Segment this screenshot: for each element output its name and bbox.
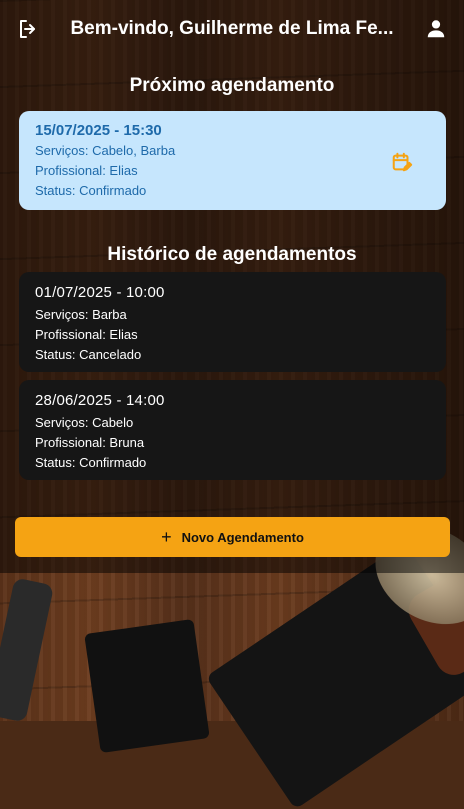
appointment-professional: Profissional: Bruna [35,435,145,450]
new-appointment-label: Novo Agendamento [181,529,304,545]
history-card[interactable]: 28/06/2025 - 14:00 Serviços: Cabelo Prof… [19,380,446,480]
appointment-status: Status: Confirmado [35,455,147,470]
appointment-services: Serviços: Cabelo [35,415,134,430]
calendar-edit-icon[interactable] [391,151,413,173]
appointment-professional: Profissional: Elias [35,163,138,178]
next-appointment-title: Próximo agendamento [129,75,335,96]
history-title: Histórico de agendamentos [107,244,357,265]
comb-decoration [84,618,210,754]
appointment-services: Serviços: Barba [35,307,127,322]
plus-icon: + [161,526,172,547]
appointment-services: Serviços: Cabelo, Barba [35,143,176,158]
app-header: Bem-vindo, Guilherme de Lima Fe... [0,0,464,58]
profile-button[interactable] [408,1,464,57]
appointment-status: Status: Cancelado [35,347,142,362]
appointment-datetime: 15/07/2025 - 15:30 [35,122,162,139]
appointment-professional: Profissional: Elias [35,327,138,342]
page-title: Bem-vindo, Guilherme de Lima Fe... [70,18,394,39]
appointment-status: Status: Confirmado [35,183,147,198]
history-card[interactable]: 01/07/2025 - 10:00 Serviços: Barba Profi… [19,272,446,372]
next-appointment-card[interactable]: 15/07/2025 - 15:30 Serviços: Cabelo, Bar… [19,111,446,210]
person-icon [427,20,445,38]
logout-icon [20,20,35,38]
appointment-datetime: 28/06/2025 - 14:00 [35,392,165,409]
new-appointment-button[interactable]: + Novo Agendamento [15,517,450,557]
logout-button[interactable] [0,1,56,57]
appointment-datetime: 01/07/2025 - 10:00 [35,284,165,301]
